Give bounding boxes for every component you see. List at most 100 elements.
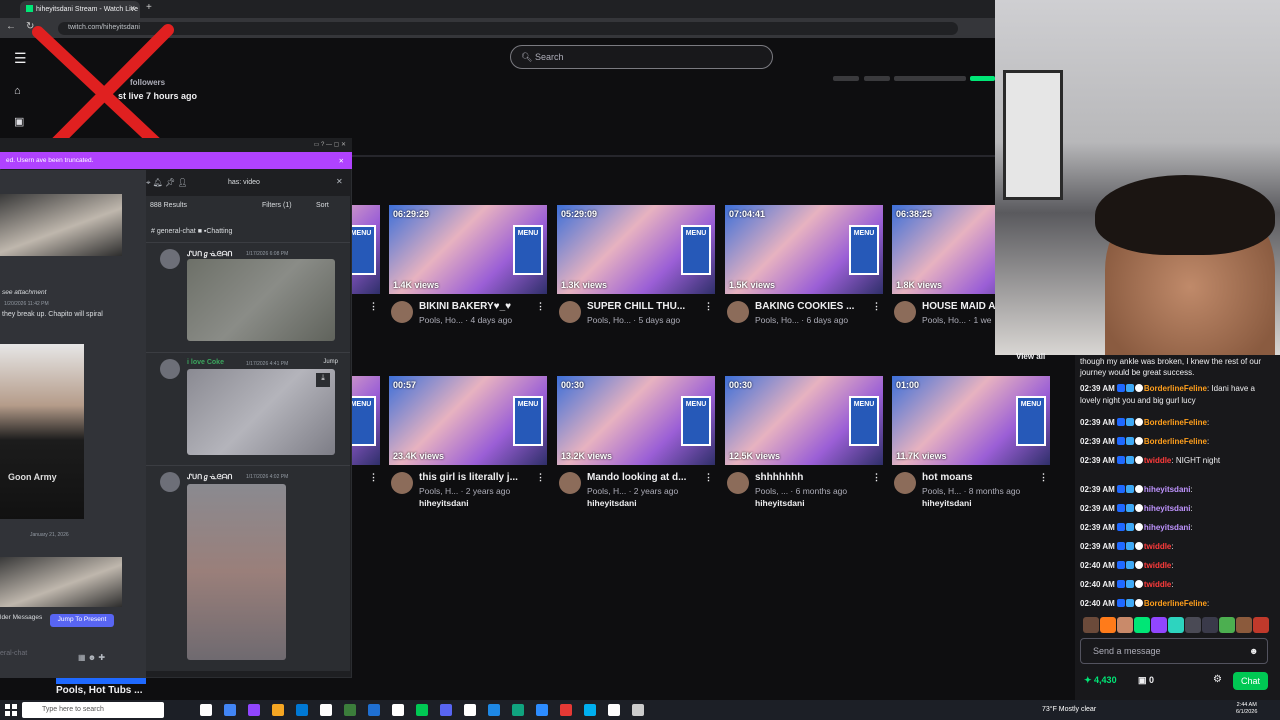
filters-button[interactable]: Filters (1) xyxy=(262,202,292,209)
channel-avatar[interactable] xyxy=(559,301,581,323)
clear-search-icon[interactable]: ✕ xyxy=(336,177,343,186)
blurred-attachment[interactable] xyxy=(187,259,335,341)
video-thumbnail[interactable]: MENU 01:00 11.7K views xyxy=(892,376,1050,465)
chat-username[interactable]: twiddle xyxy=(1144,561,1172,570)
stream-title[interactable]: Pools, Hot Tubs ... xyxy=(56,685,142,696)
jump-to-present-button[interactable]: Jump To Present xyxy=(50,614,114,627)
view-all-link[interactable]: View all xyxy=(1016,352,1045,361)
banner-close-icon[interactable]: ✕ xyxy=(339,157,344,165)
video-title[interactable]: this girl is literally j... xyxy=(419,472,547,483)
video-title[interactable]: BAKING COOKIES ... xyxy=(755,301,883,312)
attachment-image[interactable]: Goon Army xyxy=(0,344,84,519)
chat-username[interactable]: twiddle xyxy=(1144,580,1172,589)
search-result[interactable]: ᔑᑌᑎℊᓍᘓᗩᑎ 1/17/2026 4:02 PM xyxy=(146,465,350,670)
taskbar-app-icon[interactable] xyxy=(440,704,452,716)
channel-avatar[interactable] xyxy=(894,472,916,494)
channel-points[interactable]: ✦ 4,430 xyxy=(1084,675,1117,686)
chat-input[interactable]: Send a message xyxy=(1080,638,1268,664)
chat-username[interactable]: twiddle xyxy=(1144,456,1172,465)
taskbar-app-icon[interactable] xyxy=(320,704,332,716)
channel-avatar[interactable] xyxy=(727,301,749,323)
taskbar-app-icon[interactable] xyxy=(560,704,572,716)
windows-start-icon[interactable] xyxy=(4,703,18,717)
more-options-icon[interactable]: ⋮ xyxy=(536,472,545,483)
chat-username[interactable]: BorderlineFeline xyxy=(1144,437,1207,446)
chat-username[interactable]: BorderlineFeline xyxy=(1144,384,1207,393)
taskbar-app-icon[interactable] xyxy=(344,704,356,716)
video-thumbnail[interactable]: MENU 07:04:41 1.5K views xyxy=(725,205,883,294)
channel-name[interactable]: hiheyitsdani xyxy=(922,498,972,508)
back-icon[interactable]: ← xyxy=(6,21,16,32)
library-icon[interactable]: ▣ xyxy=(14,115,24,128)
channel-avatar[interactable] xyxy=(727,472,749,494)
taskbar-search-input[interactable]: Type here to search xyxy=(22,702,164,718)
chat-send-button[interactable]: Chat xyxy=(1233,672,1268,690)
chat-username[interactable]: hiheyitsdani xyxy=(1144,504,1191,513)
taskbar-app-icon[interactable] xyxy=(488,704,500,716)
clock[interactable]: 2:44 AM 6/1/2026 xyxy=(1236,702,1257,716)
taskbar-app-icon[interactable] xyxy=(224,704,236,716)
taskbar-app-icon[interactable] xyxy=(248,704,260,716)
chat-username[interactable]: twiddle xyxy=(1144,542,1172,551)
video-card[interactable]: MENU 00:30 12.5K views shhhhhhh Pools, ... ·… xyxy=(725,376,883,508)
video-card[interactable]: MENU 00:57 23.4K views this girl is literal… xyxy=(389,376,547,508)
weather-widget[interactable]: 73°F Mostly clear xyxy=(1042,706,1096,713)
more-options-icon[interactable]: ⋮ xyxy=(1039,472,1048,483)
video-card[interactable]: MENU 07:04:41 1.5K views BAKING COOKIES ...… xyxy=(725,205,883,325)
taskbar-app-icon[interactable] xyxy=(512,704,524,716)
composer-icons[interactable]: ▦ ☻ ✚ xyxy=(78,653,105,662)
url-field[interactable]: twitch.com/hiheyitsdani xyxy=(58,22,958,35)
video-thumbnail[interactable]: MENU 00:30 13.2K views xyxy=(557,376,715,465)
tab-close-icon[interactable]: × xyxy=(130,3,135,13)
blurred-attachment[interactable] xyxy=(187,369,335,455)
channel-avatar[interactable] xyxy=(391,472,413,494)
attachment-image[interactable] xyxy=(0,557,122,607)
taskbar-app-icon[interactable] xyxy=(464,704,476,716)
taskbar-app-icon[interactable] xyxy=(200,704,212,716)
menu-icon[interactable]: ☰ xyxy=(14,50,27,67)
jump-link[interactable]: Jump xyxy=(323,359,338,365)
video-thumbnail[interactable]: MENU 06:29:29 1.4K views xyxy=(389,205,547,294)
video-thumbnail[interactable]: MENU 00:57 23.4K views xyxy=(389,376,547,465)
taskbar-app-icon[interactable] xyxy=(392,704,404,716)
more-options-icon[interactable]: ⋮ xyxy=(704,472,713,483)
gear-icon[interactable]: ⚙ xyxy=(1213,674,1222,685)
new-tab-icon[interactable]: + xyxy=(146,2,152,13)
video-thumbnail[interactable]: MENU 05:29:09 1.3K views xyxy=(557,205,715,294)
taskbar-app-icon[interactable] xyxy=(584,704,596,716)
video-title[interactable]: Mando looking at d... xyxy=(587,472,715,483)
taskbar-app-icon[interactable] xyxy=(368,704,380,716)
video-title[interactable]: SUPER CHILL THU... xyxy=(587,301,715,312)
discord-search-input[interactable]: has: video xyxy=(222,177,344,190)
chat-username[interactable]: BorderlineFeline xyxy=(1144,418,1207,427)
channel-name[interactable]: hiheyitsdani xyxy=(755,498,805,508)
taskbar-app-icon[interactable] xyxy=(632,704,644,716)
taskbar-app-icon[interactable] xyxy=(272,704,284,716)
taskbar-app-icon[interactable] xyxy=(608,704,620,716)
video-title[interactable]: hot moans xyxy=(922,472,1050,483)
more-options-icon[interactable]: ⋮ xyxy=(704,301,713,312)
search-result[interactable]: ᔑᑌᑎℊᓍᘓᗩᑎ 1/17/2026 6:08 PM xyxy=(146,242,350,350)
more-options-icon[interactable]: ⋮ xyxy=(369,472,378,483)
search-result[interactable]: i love Coke 1/17/2026 4:41 PM Jump ⤓ xyxy=(146,352,350,462)
video-title[interactable]: shhhhhhh xyxy=(755,472,883,483)
chat-username[interactable]: BorderlineFeline xyxy=(1144,599,1207,608)
taskbar-app-icon[interactable] xyxy=(416,704,428,716)
emote-bar[interactable] xyxy=(1083,617,1273,635)
search-input[interactable]: 🔍︎ Search xyxy=(510,45,773,69)
attachment-image[interactable] xyxy=(0,194,122,256)
more-options-icon[interactable]: ⋮ xyxy=(536,301,545,312)
channel-name[interactable]: hiheyitsdani xyxy=(419,498,469,508)
window-controls[interactable]: ▭ ? — ▢ ✕ xyxy=(314,141,346,148)
download-icon[interactable]: ⤓ xyxy=(316,373,330,387)
video-card[interactable]: MENU 00:30 13.2K views Mando looking at d..… xyxy=(557,376,715,508)
blurred-attachment[interactable] xyxy=(187,484,286,660)
channel-avatar[interactable] xyxy=(894,301,916,323)
chat-username[interactable]: hiheyitsdani xyxy=(1144,523,1191,532)
toolbar-icons[interactable]: ⌖ 🔔︎ 📌︎ 👤︎ xyxy=(146,178,188,188)
browser-tab[interactable]: hiheyitsdani Stream - Watch Live xyxy=(20,1,140,18)
taskbar-app-icon[interactable] xyxy=(296,704,308,716)
message-input[interactable]: eral-chat xyxy=(0,650,27,657)
bits-counter[interactable]: ▣ 0 xyxy=(1138,675,1154,686)
chat-username[interactable]: hiheyitsdani xyxy=(1144,485,1191,494)
